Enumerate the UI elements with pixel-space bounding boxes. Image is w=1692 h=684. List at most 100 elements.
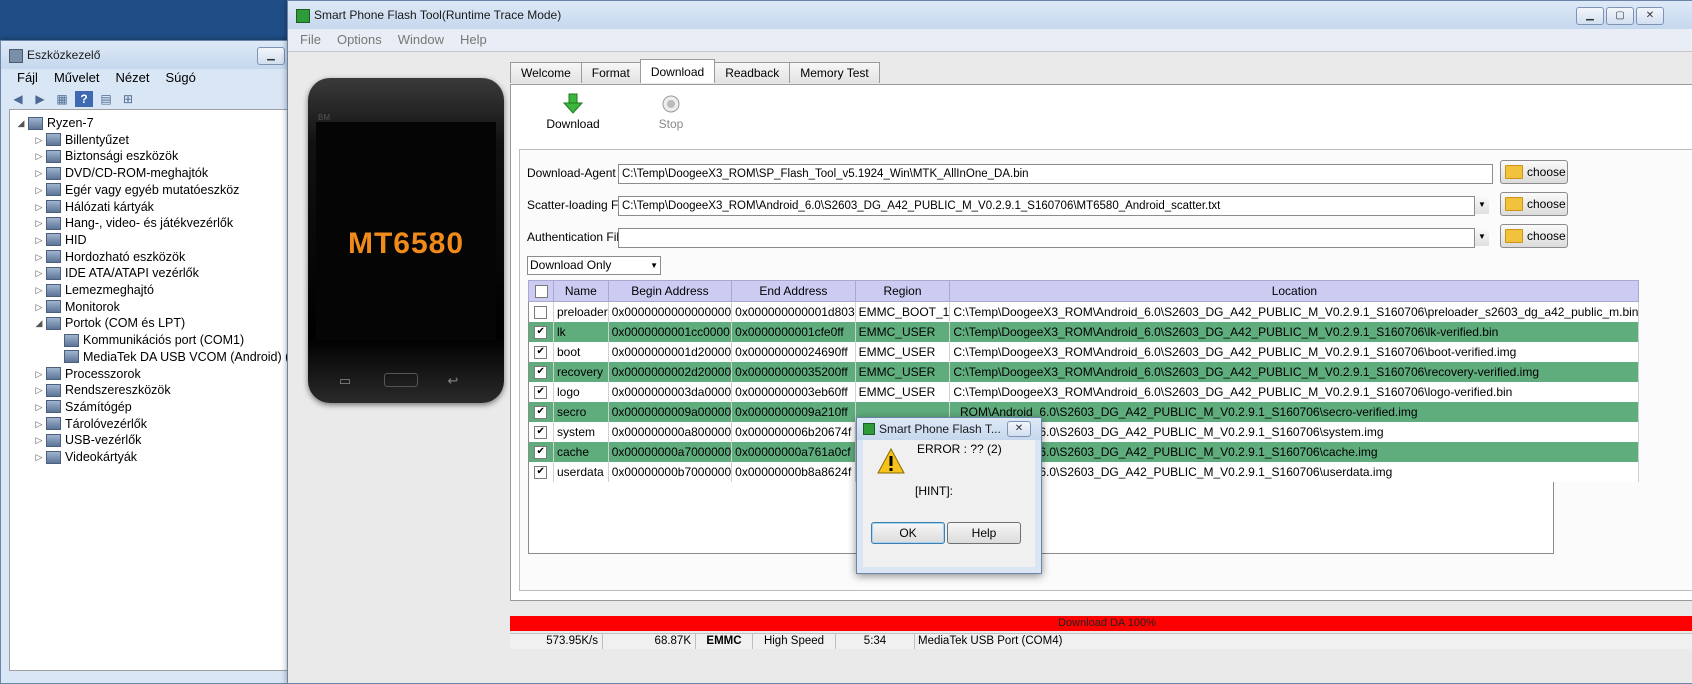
row-check-cell[interactable]: ✔ [528, 362, 554, 382]
tree-expander-icon[interactable]: ▷ [34, 248, 44, 266]
tree-expander-icon[interactable]: ▷ [34, 264, 44, 282]
col-end-address[interactable]: End Address [731, 280, 856, 302]
select-all-checkbox[interactable] [534, 285, 548, 299]
tree-item[interactable]: ◢ Ryzen-7 [16, 114, 94, 132]
download-button[interactable]: Download [543, 91, 603, 131]
tree-expander-icon[interactable]: ▷ [34, 365, 44, 383]
auth-dropdown-icon[interactable]: ▼ [1474, 228, 1489, 246]
tree-item[interactable]: ▷ Lemezmeghajtó [34, 281, 154, 299]
row-checkbox[interactable]: ✔ [534, 446, 548, 460]
tree-item[interactable]: ▷ Processzorok [34, 365, 141, 383]
view-icon[interactable]: ▤ [97, 91, 115, 107]
row-checkbox[interactable]: ✔ [534, 366, 548, 380]
tree-expander-icon[interactable]: ▷ [34, 381, 44, 399]
row-checkbox[interactable]: ✔ [534, 426, 548, 440]
menu-window[interactable]: Window [390, 29, 452, 51]
tab-format[interactable]: Format [580, 62, 641, 83]
tree-item[interactable]: ◢ Portok (COM és LPT) [34, 314, 186, 332]
table-row[interactable]: ✔ recovery 0x0000000002d20000 0x00000000035… [528, 362, 1640, 382]
properties-grid-icon[interactable]: ▦ [53, 91, 71, 107]
tree-expander-icon[interactable]: ▷ [34, 198, 44, 216]
table-row[interactable]: ✔ secro 0x0000000009a00000 0x0000000009a210… [528, 402, 1640, 422]
row-check-cell[interactable]: ✔ [528, 422, 554, 442]
tree-expander-icon[interactable]: ▷ [34, 214, 44, 232]
row-check-cell[interactable]: ✔ [528, 382, 554, 402]
flash-tool-titlebar[interactable]: Smart Phone Flash Tool(Runtime Trace Mod… [288, 1, 1692, 29]
table-row[interactable]: ✔ cache 0x00000000a7000000 0x00000000a761a0… [528, 442, 1640, 462]
col-location[interactable]: Location [949, 280, 1640, 302]
select-all-header[interactable] [528, 280, 554, 302]
tree-expander-icon[interactable]: ▷ [34, 298, 44, 316]
device-manager-titlebar[interactable]: Eszközkezelő ▁ [1, 41, 293, 69]
tree-expander-icon[interactable]: ▷ [34, 147, 44, 165]
tree-expander-icon[interactable]: ▷ [34, 398, 44, 416]
menu-file[interactable]: File [292, 29, 329, 51]
menu-options[interactable]: Options [329, 29, 390, 51]
tree-item[interactable]: MediaTek DA USB VCOM (Android) ( [52, 348, 289, 366]
row-check-cell[interactable]: ✔ [528, 342, 554, 362]
table-row[interactable]: ✔ boot 0x0000000001d20000 0x00000000024690f… [528, 342, 1640, 362]
choose-download-agent-button[interactable]: choose [1500, 160, 1568, 184]
tree-item[interactable]: Kommunikációs port (COM1) [52, 331, 244, 349]
tree-expander-icon[interactable]: ▷ [34, 431, 44, 449]
tree-item[interactable]: ▷ IDE ATA/ATAPI vezérlők [34, 264, 199, 282]
row-check-cell[interactable]: ✔ [528, 402, 554, 422]
tree-item[interactable]: ▷ Rendszereszközök [34, 381, 171, 399]
tree-expander-icon[interactable]: ▷ [34, 448, 44, 466]
tree-item[interactable]: ▷ Billentyűzet [34, 131, 129, 149]
tree-item[interactable]: ▷ Videokártyák [34, 448, 138, 466]
menu-muvelet[interactable]: Művelet [46, 67, 108, 89]
row-check-cell[interactable]: ✔ [528, 322, 554, 342]
tree-item[interactable]: ▷ Számítógép [34, 398, 132, 416]
table-row[interactable]: ✔ logo 0x0000000003da0000 0x0000000003eb60f… [528, 382, 1640, 402]
tree-expander-icon[interactable]: ◢ [16, 114, 26, 132]
tree-item[interactable]: ▷ Biztonsági eszközök [34, 147, 179, 165]
minimize-button[interactable]: ▁ [1576, 7, 1604, 25]
menu-sugo[interactable]: Súgó [157, 67, 203, 89]
row-checkbox[interactable] [534, 306, 548, 320]
table-row[interactable]: ✔ system 0x000000000a800000 0x000000006b206… [528, 422, 1640, 442]
row-checkbox[interactable]: ✔ [534, 346, 548, 360]
scan-hardware-icon[interactable]: ⊞ [119, 91, 137, 107]
row-checkbox[interactable]: ✔ [534, 386, 548, 400]
tab-welcome[interactable]: Welcome [510, 62, 582, 83]
menu-help[interactable]: Help [452, 29, 495, 51]
tree-item[interactable]: ▷ Hálózati kártyák [34, 198, 154, 216]
row-check-cell[interactable]: ✔ [528, 442, 554, 462]
tab-readback[interactable]: Readback [714, 62, 791, 83]
tree-item[interactable]: ▷ Egér vagy egyéb mutatóeszköz [34, 181, 240, 199]
tree-item[interactable]: ▷ USB-vezérlők [34, 431, 142, 449]
tree-expander-icon[interactable]: ▷ [34, 181, 44, 199]
download-agent-field[interactable]: C:\Temp\DoogeeX3_ROM\SP_Flash_Tool_v5.19… [618, 164, 1493, 184]
tree-expander-icon[interactable]: ◢ [34, 314, 44, 332]
tab-download[interactable]: Download [639, 59, 716, 83]
tree-item[interactable]: ▷ Hang-, video- és játékvezérlők [34, 214, 234, 232]
tree-expander-icon[interactable]: ▷ [34, 164, 44, 182]
menu-fajl[interactable]: Fájl [9, 67, 46, 89]
col-name[interactable]: Name [553, 280, 609, 302]
choose-auth-button[interactable]: choose [1500, 224, 1568, 248]
table-row[interactable]: preloader 0x0000000000000000 0x00000000000… [528, 301, 1640, 322]
row-check-cell[interactable]: ✔ [528, 462, 554, 482]
col-region[interactable]: Region [854, 280, 951, 302]
forward-arrow-icon[interactable]: ▶ [31, 91, 49, 107]
error-dialog-close-button[interactable]: ✕ [1007, 421, 1031, 437]
row-checkbox[interactable]: ✔ [534, 406, 548, 420]
minimize-button[interactable]: ▁ [257, 47, 285, 65]
download-mode-select[interactable]: Download Only ▼ [527, 256, 661, 275]
tree-item[interactable]: ▷ Tárolóvezérlők [34, 415, 147, 433]
tree-expander-icon[interactable]: ▷ [34, 231, 44, 249]
error-dialog-titlebar[interactable]: Smart Phone Flash T... ✕ [857, 418, 1041, 440]
tree-item[interactable]: ▷ DVD/CD-ROM-meghajtók [34, 164, 209, 182]
tree-item[interactable]: ▷ HID [34, 231, 87, 249]
tree-item[interactable]: ▷ Hordozható eszközök [34, 248, 186, 266]
stop-button[interactable]: Stop [641, 91, 701, 131]
table-row[interactable]: ✔ userdata 0x00000000b7000000 0x00000000b8a… [528, 462, 1640, 482]
help-button[interactable]: Help [947, 522, 1021, 544]
col-begin-address[interactable]: Begin Address [607, 280, 733, 302]
table-row[interactable]: ✔ lk 0x0000000001cc0000 0x0000000001cfe0ff E… [528, 322, 1640, 342]
scatter-file-field[interactable]: C:\Temp\DoogeeX3_ROM\Android_6.0\S2603_D… [618, 196, 1475, 216]
menu-nezet[interactable]: Nézet [107, 67, 157, 89]
tree-item[interactable]: ▷ Monitorok [34, 298, 120, 316]
row-checkbox[interactable]: ✔ [534, 466, 548, 480]
